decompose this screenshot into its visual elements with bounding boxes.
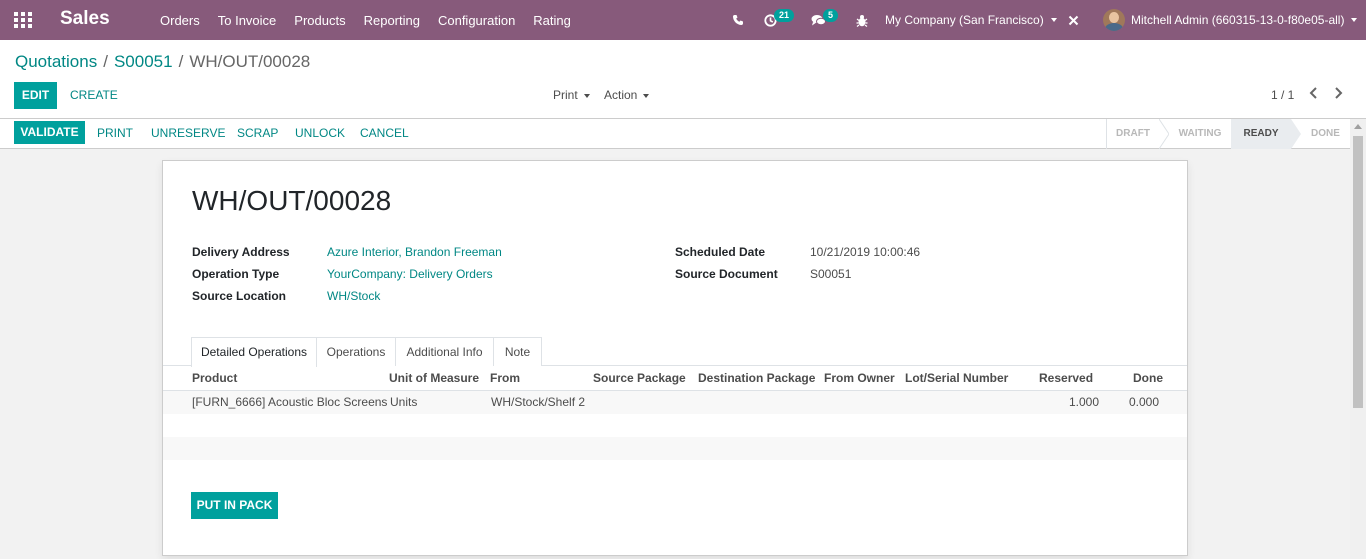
breadcrumb-quotations[interactable]: Quotations — [15, 52, 97, 71]
scroll-thumb[interactable] — [1353, 136, 1363, 408]
action-dropdown[interactable]: Action — [604, 88, 650, 102]
stage-done[interactable]: DONE — [1301, 119, 1350, 149]
top-navbar: Sales Orders To Invoice Products Reporti… — [0, 0, 1366, 40]
chevron-down-icon — [643, 93, 650, 98]
chevron-right-icon[interactable] — [1331, 85, 1345, 101]
source-document-value: S00051 — [810, 267, 852, 281]
debug-bug-icon[interactable] — [856, 0, 868, 40]
action-dropdown-label: Action — [604, 88, 638, 102]
pager-value[interactable]: 1 / 1 — [1271, 88, 1294, 102]
chevron-down-icon — [583, 93, 590, 98]
cell-from: WH/Stock/Shelf 2 — [491, 395, 586, 409]
user-menu[interactable]: Mitchell Admin (660315-13-0-f80e05-all) — [1103, 0, 1358, 40]
column-header-lot-serial[interactable]: Lot/Serial Number — [905, 371, 1008, 385]
unreserve-button[interactable]: UNRESERVE — [151, 126, 225, 140]
tab-additional-info[interactable]: Additional Info — [396, 337, 494, 366]
company-switcher[interactable]: My Company (San Francisco) — [885, 0, 1057, 40]
chevron-left-icon[interactable] — [1307, 85, 1321, 101]
breadcrumb: Quotations / S00051 / WH/OUT/00028 — [15, 52, 310, 72]
operation-type-label: Operation Type — [192, 267, 280, 281]
print-button[interactable]: PRINT — [97, 126, 133, 140]
edit-button[interactable]: EDIT — [14, 82, 57, 109]
cancel-button[interactable]: CANCEL — [360, 126, 409, 140]
activity-count-badge: 21 — [774, 9, 795, 22]
stage-waiting[interactable]: WAITING — [1169, 119, 1231, 149]
delivery-address-label: Delivery Address — [192, 245, 290, 259]
table-empty-row — [163, 414, 1187, 437]
table-row[interactable]: [FURN_6666] Acoustic Bloc Screens Units … — [163, 391, 1187, 414]
breadcrumb-current: WH/OUT/00028 — [189, 52, 311, 71]
unlock-button[interactable]: UNLOCK — [295, 126, 345, 140]
cell-uom: Units — [390, 395, 418, 409]
column-header-source-package[interactable]: Source Package — [593, 371, 686, 385]
chevron-down-icon — [1050, 18, 1057, 22]
control-panel: Quotations / S00051 / WH/OUT/00028 EDIT CREA… — [0, 40, 1366, 119]
tab-note[interactable]: Note — [494, 337, 542, 366]
notebook-tabs: Detailed Operations Operations Additiona… — [163, 337, 1187, 367]
stage-ready[interactable]: READY — [1231, 119, 1291, 149]
chevron-down-icon — [1351, 18, 1358, 22]
cell-done: 0.000 — [1129, 395, 1160, 409]
tab-detailed-operations[interactable]: Detailed Operations — [191, 337, 317, 367]
record-title: WH/OUT/00028 — [192, 185, 392, 216]
stage-bar: DRAFT WAITING READY DONE — [1106, 119, 1350, 149]
column-header-uom[interactable]: Unit of Measure — [389, 371, 479, 385]
operation-type-link[interactable]: YourCompany: Delivery Orders — [327, 267, 493, 281]
column-header-product[interactable]: Product — [192, 371, 237, 385]
column-header-from-owner[interactable]: From Owner — [824, 371, 895, 385]
put-in-pack-button[interactable]: PUT IN PACK — [191, 492, 278, 519]
scroll-up-arrow-icon[interactable] — [1354, 124, 1362, 129]
scheduled-date-label: Scheduled Date — [675, 245, 766, 259]
source-document-label: Source Document — [675, 267, 778, 281]
cell-product: [FURN_6666] Acoustic Bloc Screens — [192, 395, 388, 409]
message-count-badge: 5 — [823, 9, 839, 22]
cell-reserved: 1.000 — [1069, 395, 1100, 409]
status-bar: VALIDATE PRINT UNRESERVE SCRAP UNLOCK CA… — [0, 119, 1366, 149]
close-icon[interactable] — [1068, 0, 1079, 40]
column-header-done[interactable]: Done — [1133, 371, 1163, 385]
breadcrumb-order[interactable]: S00051 — [114, 52, 173, 71]
scrollbar[interactable] — [1350, 119, 1366, 559]
validate-button[interactable]: VALIDATE — [14, 121, 85, 144]
source-location-label: Source Location — [192, 289, 287, 303]
print-dropdown[interactable]: Print — [553, 88, 590, 102]
scheduled-date-value: 10/21/2019 10:00:46 — [810, 245, 921, 259]
breadcrumb-separator: / — [178, 52, 184, 71]
stage-chevron — [1159, 119, 1169, 149]
form-sheet: WH/OUT/00028 Delivery Address Azure Inte… — [162, 160, 1188, 556]
delivery-address-link[interactable]: Azure Interior, Brandon Freeman — [327, 245, 502, 259]
source-location-link[interactable]: WH/Stock — [327, 289, 380, 303]
user-name: Mitchell Admin (660315-13-0-f80e05-all) — [1131, 13, 1345, 27]
scrap-button[interactable]: SCRAP — [237, 126, 278, 140]
column-header-destination-package[interactable]: Destination Package — [698, 371, 815, 385]
phone-icon[interactable] — [732, 0, 744, 40]
breadcrumb-separator: / — [103, 52, 108, 71]
company-name: My Company (San Francisco) — [885, 13, 1044, 27]
avatar — [1103, 9, 1125, 31]
print-dropdown-label: Print — [553, 88, 578, 102]
stage-chevron — [1291, 119, 1301, 149]
column-header-reserved[interactable]: Reserved — [1039, 371, 1093, 385]
column-header-from[interactable]: From — [490, 371, 520, 385]
table-empty-row — [163, 437, 1187, 460]
systray: 21 5 My Company (San Francisco) Mitchell… — [0, 0, 1366, 40]
create-button[interactable]: CREATE — [70, 88, 118, 102]
stage-draft[interactable]: DRAFT — [1107, 119, 1159, 149]
tab-operations[interactable]: Operations — [317, 337, 396, 366]
messages-icon[interactable] — [811, 0, 826, 40]
